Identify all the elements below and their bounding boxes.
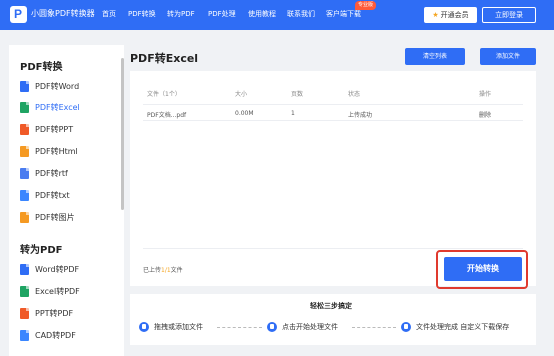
click-icon — [267, 322, 277, 332]
file-name: PDF文档...pdf — [147, 112, 187, 119]
document-icon — [139, 322, 149, 332]
clear-list-button[interactable]: 清空列表 — [405, 48, 465, 65]
sidebar-group-pdf-convert: PDF转换 — [20, 62, 63, 73]
nav-client-download[interactable]: 客户端下载 — [326, 9, 361, 19]
step-3: 文件处理完成 自定义下载保存 — [401, 321, 509, 333]
step-connector — [352, 327, 396, 328]
column-header-action: 操作 — [479, 91, 492, 98]
open-vip-button[interactable]: ★ 开通会员 — [424, 7, 477, 23]
pro-badge: 专业版 — [355, 1, 377, 10]
step-connector — [217, 327, 262, 328]
table-row — [143, 104, 523, 121]
image-file-icon — [20, 211, 29, 223]
word-file-icon — [20, 80, 29, 92]
login-button[interactable]: 立即登录 — [482, 7, 536, 23]
step-2: 点击开始处理文件 — [267, 321, 338, 333]
nav-contact[interactable]: 联系我们 — [287, 9, 315, 19]
nav-pdf-process[interactable]: PDF处理 — [208, 9, 236, 19]
ppt-file-icon — [20, 307, 29, 319]
sidebar-item-excel-to-pdf[interactable]: Excel转PDF — [20, 283, 120, 299]
brand-name[interactable]: 小圆象PDF转换器 — [31, 8, 95, 19]
nav-pdf-convert[interactable]: PDF转换 — [128, 9, 156, 19]
sidebar-item-word-to-pdf[interactable]: Word转PDF — [20, 261, 120, 277]
steps-title: 轻松三步搞定 — [310, 302, 352, 310]
excel-file-icon — [20, 101, 29, 113]
sidebar-item-ppt-to-pdf[interactable]: PPT转PDF — [20, 305, 120, 321]
sidebar-group-to-pdf: 转为PDF — [20, 245, 63, 256]
delete-file-link[interactable]: 删除 — [479, 110, 491, 119]
add-file-button[interactable]: 添加文件 — [480, 48, 536, 65]
sidebar-item-pdf-to-rtf[interactable]: PDF转rtf — [20, 165, 120, 181]
sidebar-item-pdf-to-image[interactable]: PDF转图片 — [20, 209, 120, 225]
txt-file-icon — [20, 189, 29, 201]
word-file-icon — [20, 263, 29, 275]
sidebar-scrollbar[interactable] — [121, 58, 124, 210]
star-icon: ★ — [432, 11, 439, 19]
nav-home[interactable]: 首页 — [102, 9, 116, 19]
column-header-file: 文件（1个） — [147, 91, 181, 98]
file-size: 0.00M — [235, 110, 254, 117]
step-1: 拖拽或添加文件 — [139, 321, 203, 333]
start-convert-button[interactable]: 开始转换 — [444, 257, 522, 281]
html-file-icon — [20, 145, 29, 157]
column-header-size: 大小 — [235, 91, 248, 98]
upload-count-text: 已上传1/1文件 — [143, 267, 183, 274]
sidebar-item-pdf-to-ppt[interactable]: PDF转PPT — [20, 121, 120, 137]
download-icon — [401, 322, 411, 332]
sidebar-item-cad-to-pdf[interactable]: CAD转PDF — [20, 327, 120, 343]
column-header-pages: 页数 — [291, 91, 304, 98]
app-logo-icon[interactable]: P — [10, 6, 27, 23]
file-status: 上传成功 — [348, 112, 373, 119]
sidebar-item-pdf-to-excel[interactable]: PDF转Excel — [20, 99, 120, 115]
rtf-file-icon — [20, 167, 29, 179]
excel-file-icon — [20, 285, 29, 297]
column-header-status: 状态 — [348, 91, 361, 98]
sidebar-item-pdf-to-word[interactable]: PDF转Word — [20, 78, 120, 94]
divider — [143, 248, 523, 249]
nav-to-pdf[interactable]: 转为PDF — [167, 9, 195, 19]
page-title: PDF转Excel — [130, 52, 199, 65]
ppt-file-icon — [20, 123, 29, 135]
file-pages: 1 — [291, 110, 295, 117]
nav-tutorial[interactable]: 使用教程 — [248, 9, 276, 19]
sidebar-item-pdf-to-html[interactable]: PDF转Html — [20, 143, 120, 159]
cad-file-icon — [20, 329, 29, 341]
top-navbar: P 小圆象PDF转换器 首页 PDF转换 转为PDF PDF处理 使用教程 联系… — [0, 0, 554, 30]
sidebar-item-pdf-to-txt[interactable]: PDF转txt — [20, 187, 120, 203]
